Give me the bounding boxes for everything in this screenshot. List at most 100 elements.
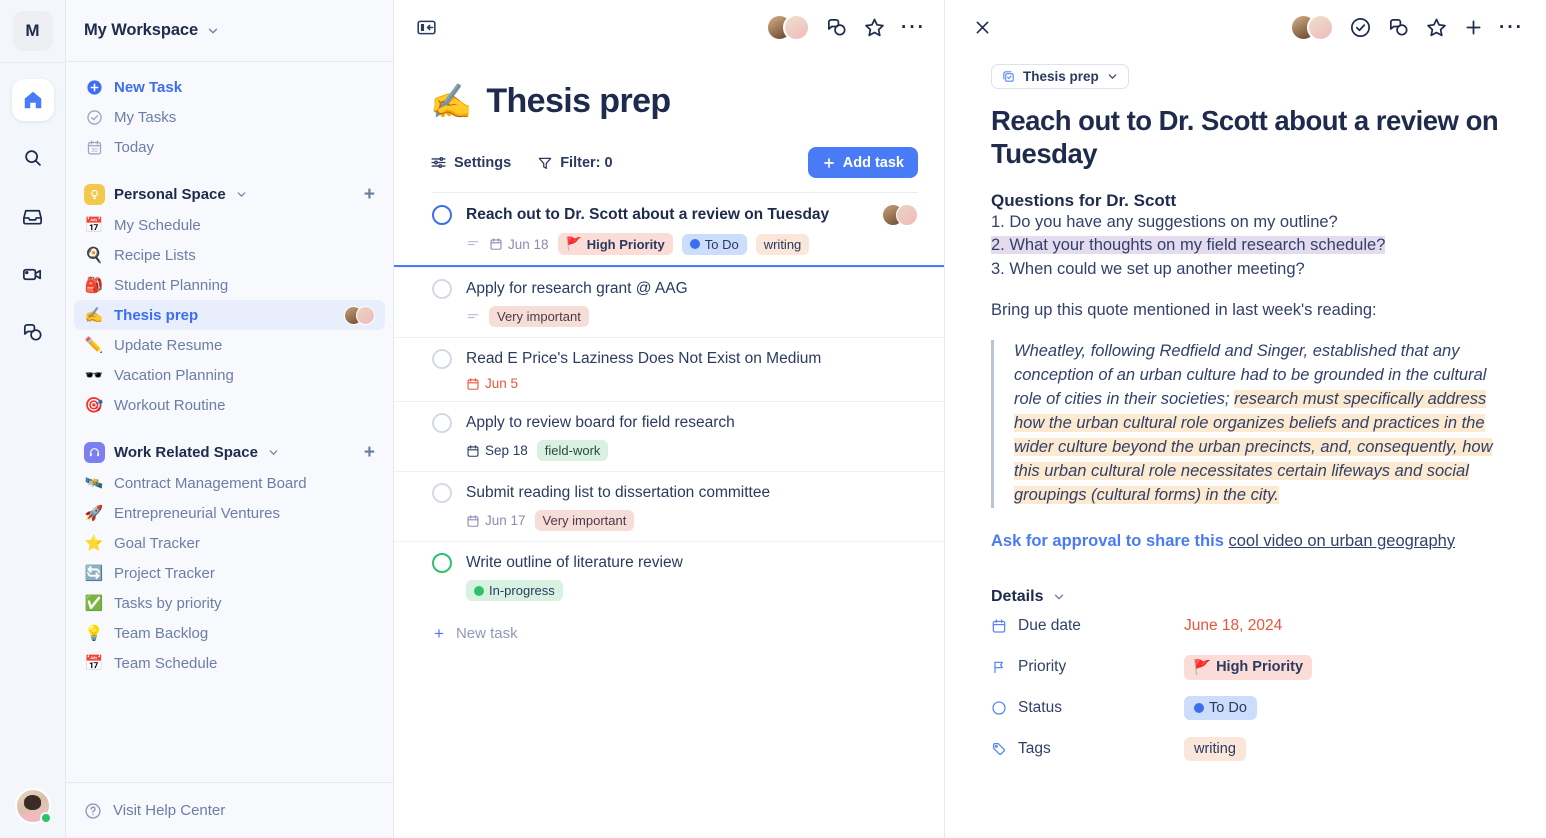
task-complete-checkbox[interactable] bbox=[432, 279, 452, 299]
space-header-personal[interactable]: Personal Space + bbox=[74, 178, 385, 210]
filter-button[interactable]: Filter: 0 bbox=[537, 155, 613, 171]
task-row-meta: Jun 5 bbox=[432, 376, 918, 391]
task-due-date[interactable]: Jun 17 bbox=[466, 513, 526, 528]
add-to-space-button[interactable]: + bbox=[364, 443, 375, 462]
more-icon[interactable]: ··· bbox=[1499, 18, 1524, 37]
sidebar-item-recipe-lists[interactable]: 🍳 Recipe Lists bbox=[74, 240, 385, 270]
collaborator-avatars[interactable] bbox=[766, 13, 811, 41]
plus-icon[interactable] bbox=[1463, 17, 1484, 38]
sidebar-item-team-schedule[interactable]: 📅 Team Schedule bbox=[74, 648, 385, 678]
workspace-header[interactable]: My Workspace bbox=[66, 0, 393, 62]
status-label: To Do bbox=[704, 236, 739, 252]
rail-item-chat[interactable] bbox=[12, 311, 54, 353]
status-badge[interactable]: To Do bbox=[681, 233, 747, 255]
task-due-date[interactable]: Jun 5 bbox=[466, 376, 518, 391]
task-detail-panel: ··· Thesis prep Reach out to Dr. Scott a… bbox=[945, 0, 1546, 838]
rail-item-inbox[interactable] bbox=[12, 195, 54, 237]
sidebar-item-label: Project Tracker bbox=[114, 564, 215, 582]
sidebar-item-my-tasks[interactable]: My Tasks bbox=[74, 102, 385, 132]
check-circle-icon[interactable] bbox=[1349, 16, 1372, 39]
more-icon[interactable]: ··· bbox=[901, 18, 926, 37]
rail-item-video[interactable] bbox=[12, 253, 54, 295]
new-task-button[interactable]: + New task bbox=[394, 611, 944, 642]
search-icon bbox=[22, 147, 44, 169]
task-complete-checkbox[interactable] bbox=[432, 413, 452, 433]
due-date-label: Jun 5 bbox=[485, 376, 519, 391]
close-icon[interactable] bbox=[973, 18, 992, 37]
sidebar-item-today[interactable]: 20 Today bbox=[74, 132, 385, 162]
details-section-header[interactable]: Details bbox=[991, 588, 1500, 606]
tag-badge[interactable]: Very important bbox=[534, 510, 635, 531]
star-icon[interactable] bbox=[1425, 16, 1448, 39]
video-link[interactable]: cool video on urban geography bbox=[1228, 532, 1455, 550]
project-breadcrumb-chip[interactable]: Thesis prep bbox=[991, 64, 1129, 89]
table-row[interactable]: Apply to review board for field research… bbox=[394, 401, 944, 471]
blockquote: Wheatley, following Redfield and Singer,… bbox=[991, 340, 1500, 508]
sidebar-item-label: Today bbox=[114, 138, 155, 156]
detail-field-label-group: Status bbox=[991, 699, 1184, 717]
task-due-date[interactable]: Jun 18 bbox=[489, 237, 549, 252]
status-badge[interactable]: In-progress bbox=[466, 580, 563, 601]
priority-label: High Priority bbox=[586, 236, 665, 252]
sidebar-item-update-resume[interactable]: ✏️ Update Resume bbox=[74, 330, 385, 360]
table-row[interactable]: Submit reading list to dissertation comm… bbox=[394, 471, 944, 541]
status-badge[interactable]: To Do bbox=[1184, 696, 1257, 721]
sidebar-item-vacation-planning[interactable]: 🕶️ Vacation Planning bbox=[74, 360, 385, 390]
chat-icon[interactable] bbox=[1387, 16, 1410, 39]
detail-toolbar: ··· bbox=[945, 0, 1546, 54]
table-row[interactable]: Reach out to Dr. Scott about a review on… bbox=[394, 193, 944, 267]
chat-icon[interactable] bbox=[825, 16, 848, 39]
detail-field-label-group: Tags bbox=[991, 740, 1184, 758]
task-due-date[interactable]: Sep 18 bbox=[466, 443, 528, 458]
calendar-emoji-icon: 📅 bbox=[84, 654, 104, 672]
status-badge[interactable]: 🚩 High Priority bbox=[1184, 654, 1313, 680]
sidebar-item-my-schedule[interactable]: 📅 My Schedule bbox=[74, 210, 385, 240]
rail-user-avatar[interactable] bbox=[14, 788, 52, 824]
sidebar-item-student-planning[interactable]: 🎒 Student Planning bbox=[74, 270, 385, 300]
table-row[interactable]: Apply for research grant @ AAG Very impo… bbox=[394, 267, 944, 337]
field-label: Status bbox=[1018, 699, 1062, 717]
star-icon[interactable] bbox=[863, 16, 886, 39]
sidebar-item-thesis-prep[interactable]: ✍️ Thesis prep bbox=[74, 300, 385, 330]
tag-badge[interactable]: field-work bbox=[536, 440, 609, 461]
detail-field-due-date[interactable]: Due date June 18, 2024 bbox=[991, 606, 1500, 647]
sidebar-item-contract-management-board[interactable]: 🛰️ Contract Management Board bbox=[74, 468, 385, 498]
sidebar-item-project-tracker[interactable]: 🔄 Project Tracker bbox=[74, 558, 385, 588]
table-row[interactable]: Write outline of literature review In-pr… bbox=[394, 541, 944, 611]
tag-badge[interactable]: Very important bbox=[489, 306, 589, 327]
task-row-main: Apply for research grant @ AAG bbox=[432, 279, 918, 299]
avatar bbox=[1307, 13, 1335, 41]
settings-button[interactable]: Settings bbox=[430, 154, 511, 171]
sidebar-item-label: Update Resume bbox=[114, 336, 223, 354]
space-header-work[interactable]: Work Related Space + bbox=[74, 436, 385, 468]
table-row[interactable]: Read E Price's Laziness Does Not Exist o… bbox=[394, 337, 944, 401]
task-assignee-avatars[interactable] bbox=[882, 204, 918, 226]
add-task-button[interactable]: Add task bbox=[807, 147, 918, 178]
status-badge[interactable]: 🚩 High Priority bbox=[557, 233, 673, 255]
tag-badge[interactable]: writing bbox=[1184, 737, 1246, 762]
detail-field-status[interactable]: Status To Do bbox=[991, 688, 1500, 729]
visit-help-center-button[interactable]: Visit Help Center bbox=[66, 782, 393, 838]
task-complete-checkbox[interactable] bbox=[432, 205, 452, 225]
detail-field-tags[interactable]: Tags writing bbox=[991, 729, 1500, 770]
sidebar-item-new-task[interactable]: New Task bbox=[74, 72, 385, 102]
sidebar-item-team-backlog[interactable]: 💡 Team Backlog bbox=[74, 618, 385, 648]
add-to-space-button[interactable]: + bbox=[364, 185, 375, 204]
detail-field-label-group: Due date bbox=[991, 617, 1184, 635]
sliders-icon bbox=[430, 154, 447, 171]
sidebar-item-entrepreneurial-ventures[interactable]: 🚀 Entrepreneurial Ventures bbox=[74, 498, 385, 528]
rail-item-search[interactable] bbox=[12, 137, 54, 179]
sidebar-item-workout-routine[interactable]: 🎯 Workout Routine bbox=[74, 390, 385, 420]
sidebar-item-goal-tracker[interactable]: ⭐ Goal Tracker bbox=[74, 528, 385, 558]
sidebar-item-tasks-by-priority[interactable]: ✅ Tasks by priority bbox=[74, 588, 385, 618]
task-complete-checkbox[interactable] bbox=[432, 553, 452, 573]
task-complete-checkbox[interactable] bbox=[432, 349, 452, 369]
workspace-logo[interactable]: M bbox=[12, 11, 53, 51]
collaborator-avatars[interactable] bbox=[1290, 13, 1335, 41]
task-complete-checkbox[interactable] bbox=[432, 483, 452, 503]
tag-badge[interactable]: writing bbox=[755, 233, 810, 255]
rail-item-home[interactable] bbox=[11, 79, 54, 121]
detail-field-priority[interactable]: Priority 🚩 High Priority bbox=[991, 647, 1500, 688]
tag-icon bbox=[991, 741, 1007, 757]
collapse-panel-icon[interactable] bbox=[416, 17, 437, 38]
